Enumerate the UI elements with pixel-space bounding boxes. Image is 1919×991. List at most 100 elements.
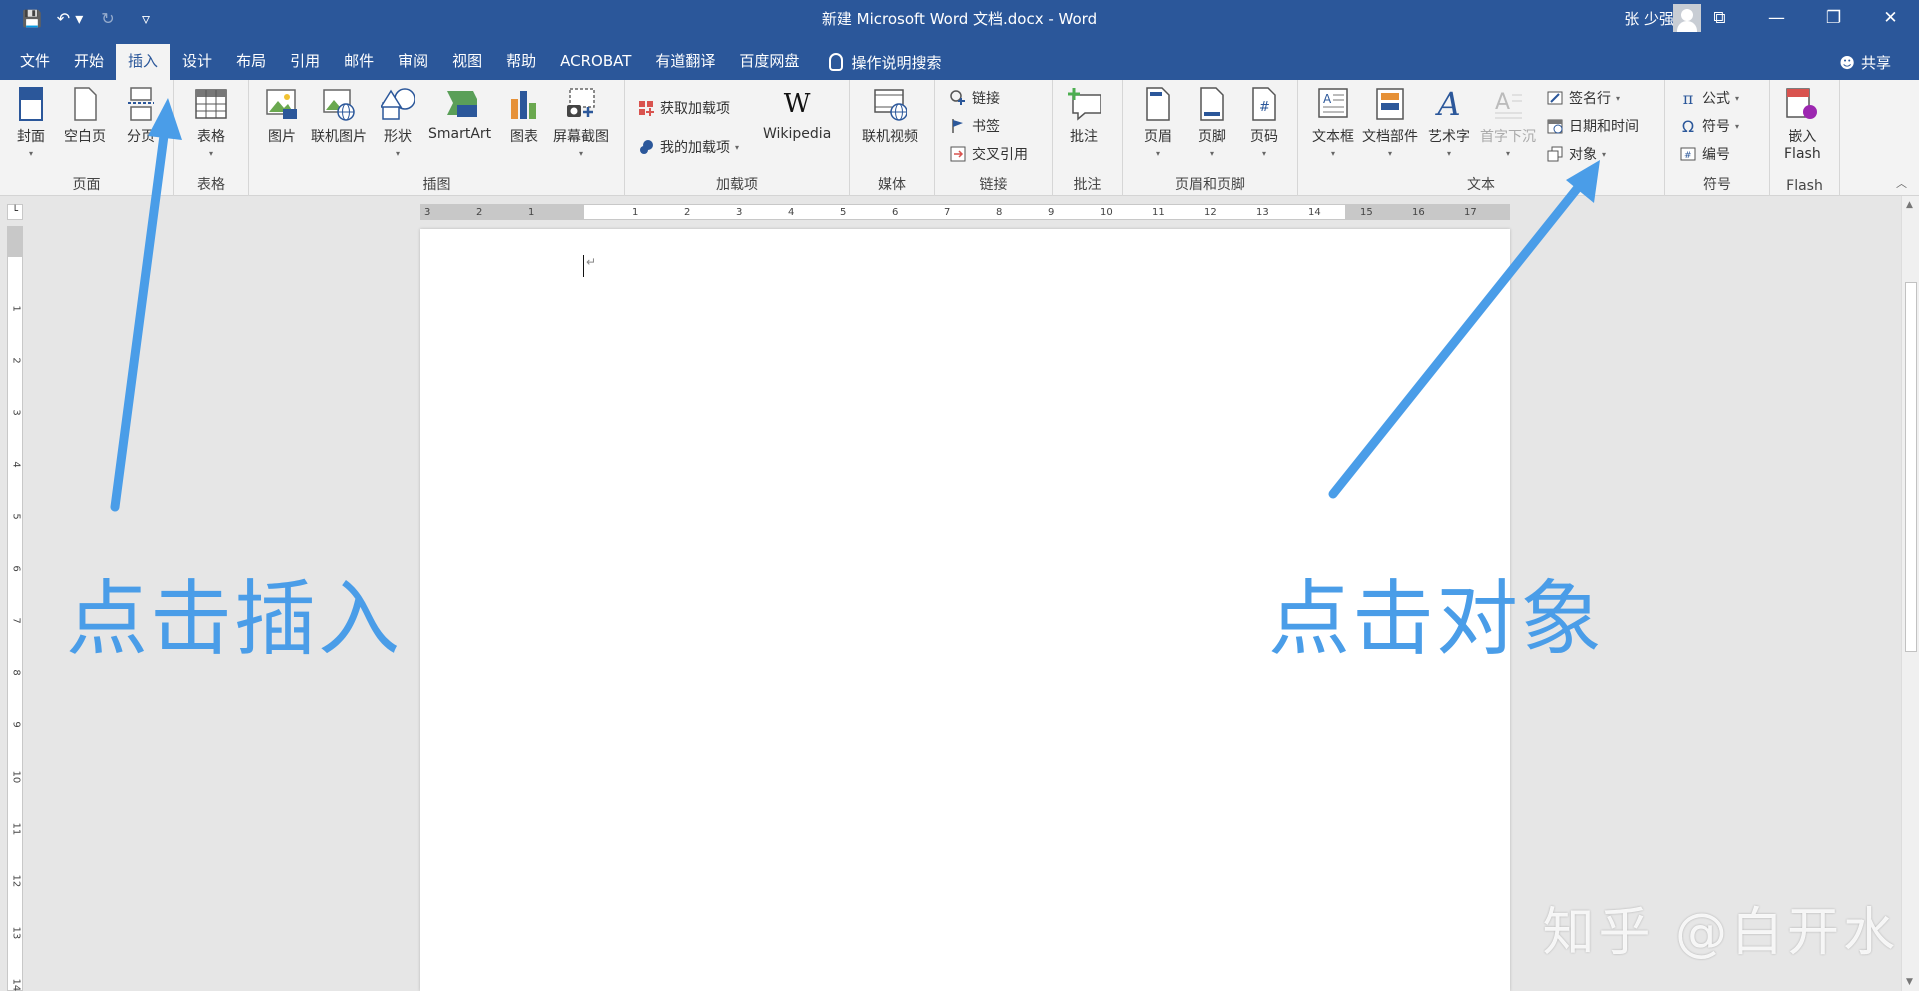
person-icon: ☻ [1839, 53, 1855, 72]
date-time-button[interactable]: 日期和时间 [1546, 116, 1639, 136]
svg-text:A: A [1323, 92, 1332, 106]
horizontal-ruler[interactable]: 3 2 1 1 2 3 4 5 6 7 8 9 10 11 12 13 14 15 16 17 [420, 204, 1510, 220]
tab-references[interactable]: 引用 [278, 44, 332, 80]
table-icon [194, 86, 228, 122]
tab-file[interactable]: 文件 [8, 44, 62, 80]
smartart-button[interactable]: SmartArt [428, 86, 491, 142]
symbol-button[interactable]: Ω 符号 ▾ [1679, 116, 1739, 136]
bookmark-button[interactable]: 书签 [949, 116, 1000, 136]
table-button[interactable]: 表格 ▾ [194, 86, 228, 158]
page-break-button[interactable]: 分页 [124, 86, 158, 146]
link-button[interactable]: 链接 [949, 88, 1000, 108]
quick-parts-button[interactable]: 文档部件 ▾ [1362, 86, 1418, 158]
header-button[interactable]: 页眉 ▾ [1141, 86, 1175, 158]
close-button[interactable]: ✕ [1862, 0, 1919, 36]
tab-insert[interactable]: 插入 [116, 44, 171, 80]
shapes-icon [381, 86, 415, 122]
ruler-number: 5 [10, 513, 22, 520]
picture-label: 图片 [268, 129, 296, 145]
embed-flash-label: 嵌入 [1788, 129, 1817, 145]
scroll-down-icon[interactable]: ▼ [1906, 977, 1913, 987]
embed-flash-label-2: Flash [1784, 146, 1821, 162]
online-picture-button[interactable]: 联机图片 [311, 86, 367, 146]
textbox-button[interactable]: A 文本框 ▾ [1312, 86, 1354, 158]
wikipedia-button[interactable]: W Wikipedia [763, 86, 831, 142]
equation-button[interactable]: π 公式 ▾ [1679, 88, 1739, 108]
tab-design[interactable]: 设计 [170, 44, 224, 80]
chevron-down-icon: ▾ [1735, 93, 1740, 103]
share-button[interactable]: ☻ 共享 [1839, 52, 1891, 73]
restore-button[interactable]: ❐ [1805, 0, 1862, 36]
footer-button[interactable]: 页脚 ▾ [1195, 86, 1229, 158]
cross-reference-button[interactable]: 交叉引用 [949, 144, 1028, 164]
store-icon [637, 100, 655, 116]
wordart-button[interactable]: A 艺术字 ▾ [1428, 85, 1470, 158]
blank-page-button[interactable]: 空白页 [64, 86, 106, 146]
object-button[interactable]: 对象 ▾ [1546, 144, 1606, 164]
group-media: 联机视频 媒体 [850, 80, 935, 196]
embed-flash-button[interactable]: 嵌入 Flash [1784, 86, 1821, 162]
group-label-header-footer: 页眉和页脚 [1175, 177, 1245, 193]
chart-button[interactable]: 图表 [507, 86, 541, 146]
scroll-up-icon[interactable]: ▲ [1906, 200, 1913, 210]
page-break-label: 分页 [127, 129, 155, 145]
group-label-tables: 表格 [197, 177, 225, 193]
number-button[interactable]: # 编号 [1679, 144, 1730, 164]
ruler-number: 1 [528, 207, 535, 218]
vertical-ruler[interactable]: 1 2 3 4 5 6 7 8 9 10 11 12 13 14 [7, 226, 23, 991]
screenshot-button[interactable]: 屏幕截图 ▾ [553, 86, 609, 158]
tab-view[interactable]: 视图 [440, 44, 494, 80]
tell-me-search[interactable]: 操作说明搜索 [811, 44, 941, 80]
tab-review[interactable]: 审阅 [386, 44, 440, 80]
user-name[interactable]: 张 少强 [1624, 8, 1674, 29]
my-addins-button[interactable]: 我的加载项 ▾ [637, 137, 739, 157]
drop-cap-button[interactable]: A 首字下沉 ▾ [1480, 86, 1536, 158]
shapes-button[interactable]: 形状 ▾ [381, 86, 415, 158]
tell-me-label: 操作说明搜索 [851, 53, 942, 72]
scrollbar-thumb[interactable] [1905, 282, 1917, 652]
smartart-icon [443, 86, 477, 122]
svg-text:#: # [1684, 151, 1692, 161]
page-number-button[interactable]: # 页码 ▾ [1247, 86, 1281, 158]
cross-reference-label: 交叉引用 [972, 147, 1028, 163]
group-links: 链接 书签 交叉引用 链接 [935, 80, 1053, 196]
chevron-down-icon: ▾ [1616, 93, 1621, 103]
ribbon: 封面 ▾ 空白页 分页 页面 表格 ▾ 表格 图片 联机图片 形状 ▾ Smar… [0, 80, 1919, 196]
ruler-number: 2 [10, 357, 22, 364]
tab-home[interactable]: 开始 [62, 44, 116, 80]
group-label-text: 文本 [1467, 177, 1495, 193]
signature-line-label: 签名行 [1569, 91, 1611, 107]
cover-page-button[interactable]: 封面 ▾ [14, 86, 48, 158]
ribbon-display-options-button[interactable]: ⧉ [1691, 0, 1748, 36]
group-header-footer: 页眉 ▾ 页脚 ▾ # 页码 ▾ 页眉和页脚 [1123, 80, 1298, 196]
wikipedia-icon: W [783, 89, 811, 119]
blank-page-icon [68, 86, 102, 122]
ruler-number: 2 [684, 207, 691, 218]
vertical-scrollbar[interactable]: ▲ ▼ [1901, 196, 1919, 991]
drop-cap-label: 首字下沉 [1480, 129, 1536, 145]
online-video-label: 联机视频 [862, 129, 918, 145]
get-addins-button[interactable]: 获取加载项 [637, 98, 730, 118]
tab-mailings[interactable]: 邮件 [332, 44, 386, 80]
new-comment-button[interactable]: 批注 [1067, 86, 1101, 146]
chart-label: 图表 [510, 129, 538, 145]
tab-youdao[interactable]: 有道翻译 [643, 44, 727, 80]
group-label-flash: Flash [1786, 178, 1823, 194]
group-comments: 批注 批注 [1053, 80, 1123, 196]
minimize-button[interactable]: — [1748, 0, 1805, 36]
tab-help[interactable]: 帮助 [494, 44, 548, 80]
tab-acrobat[interactable]: ACROBAT [548, 44, 643, 80]
paragraph-mark: ↵ [586, 255, 597, 269]
tab-layout[interactable]: 布局 [224, 44, 278, 80]
tab-selector[interactable]: └ [7, 204, 23, 220]
tab-baidu[interactable]: 百度网盘 [727, 44, 811, 80]
collapse-ribbon-icon[interactable]: ︿ [1896, 175, 1907, 191]
online-video-button[interactable]: 联机视频 [862, 86, 918, 146]
picture-button[interactable]: 图片 [265, 86, 299, 146]
ruler-number: 4 [10, 461, 22, 468]
ruler-number: 13 [1256, 207, 1269, 218]
ruler-number: 3 [424, 207, 431, 218]
signature-pen-icon [1546, 90, 1564, 106]
bookmark-flag-icon [949, 118, 967, 134]
signature-line-button[interactable]: 签名行 ▾ [1546, 88, 1620, 108]
